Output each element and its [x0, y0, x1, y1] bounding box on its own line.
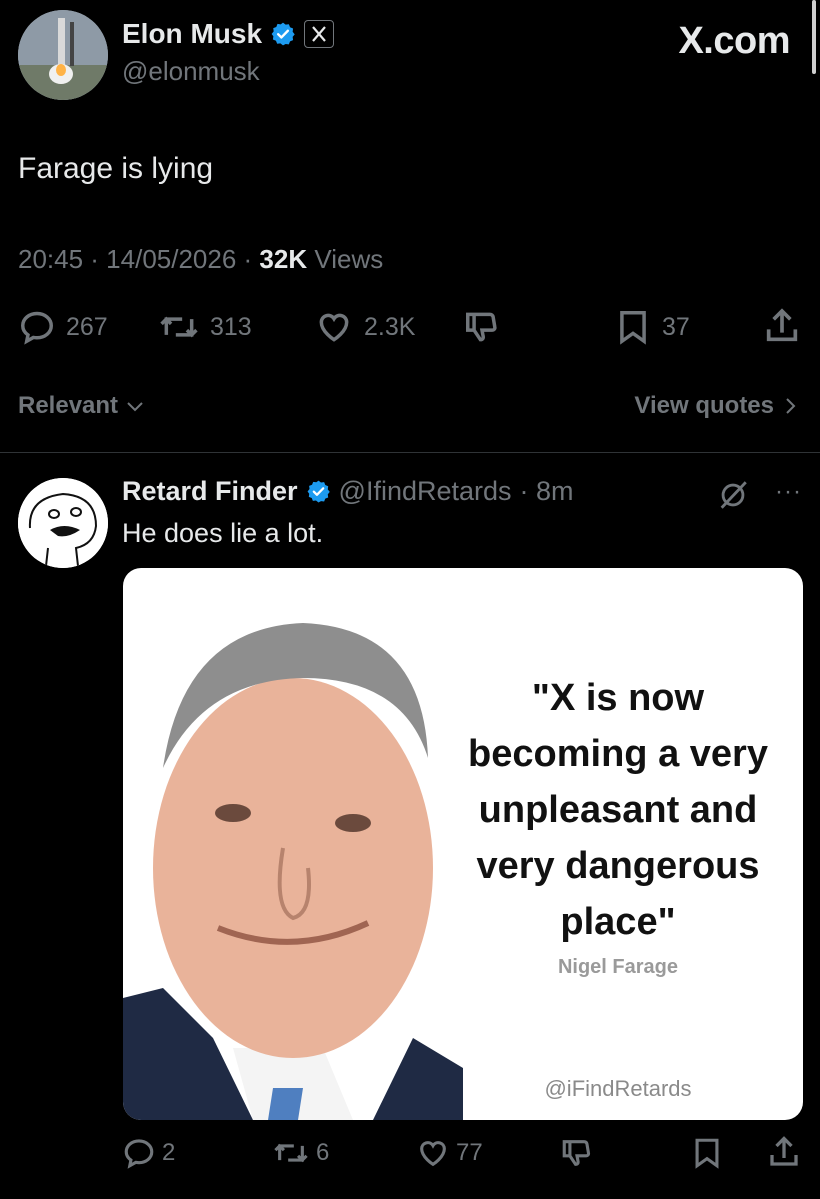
share-icon — [770, 1136, 798, 1166]
bookmark-count: 37 — [662, 312, 690, 341]
divider — [0, 452, 820, 453]
views-count: 32K — [259, 244, 308, 274]
quote-line: unpleasant and — [478, 789, 758, 831]
reply-reply-button[interactable]: 2 — [122, 1136, 175, 1170]
reply-age: · 8m — [519, 476, 574, 506]
reply-share-button[interactable] — [766, 1134, 802, 1170]
site-logo: X.com — [678, 20, 790, 62]
reply-count: 267 — [66, 312, 108, 341]
cartoon-face-image — [18, 478, 108, 568]
quote-text: "X is now becoming a very unpleasant and… — [443, 670, 793, 950]
views-label: Views — [307, 244, 384, 274]
image-watermark: @iFindRetards — [544, 1076, 692, 1101]
reply-like-count: 77 — [456, 1139, 483, 1166]
reply-repost-count: 6 — [316, 1139, 330, 1166]
affiliate-x-badge-icon — [304, 20, 335, 48]
quote-line: becoming a very — [468, 733, 768, 775]
repost-icon — [160, 316, 198, 338]
reply-image[interactable]: "X is now becoming a very unpleasant and… — [123, 568, 803, 1120]
share-icon — [766, 308, 798, 342]
heart-icon — [420, 1141, 446, 1167]
dislike-button[interactable] — [462, 308, 502, 346]
like-count: 2.3K — [364, 312, 416, 341]
chevron-down-icon — [127, 402, 143, 412]
reply-text: He does lie a lot. — [122, 518, 324, 548]
share-button[interactable] — [762, 306, 802, 346]
scrollbar[interactable] — [812, 0, 816, 74]
heart-icon — [319, 313, 349, 342]
view-quotes-label: View quotes — [634, 392, 774, 419]
author-handle[interactable]: @elonmusk — [122, 56, 260, 87]
reply-button[interactable]: 267 — [18, 308, 108, 346]
sort-label: Relevant — [18, 392, 119, 419]
sort-replies-dropdown[interactable]: Relevant — [18, 392, 144, 420]
author-avatar[interactable] — [18, 10, 108, 100]
repost-count: 313 — [210, 312, 252, 341]
quote-line: very dangerous — [476, 845, 760, 887]
quote-line: place" — [560, 901, 676, 943]
bookmark-icon — [695, 1138, 719, 1169]
more-options-button[interactable]: ··· — [775, 478, 802, 506]
quote-line: "X is now — [531, 677, 705, 719]
verified-badge-icon — [307, 480, 330, 503]
grok-button[interactable] — [716, 478, 750, 512]
reply-author-name[interactable]: Retard Finder — [122, 476, 298, 507]
reply-dislike-button[interactable] — [560, 1136, 594, 1170]
thumbs-down-icon — [562, 1140, 591, 1166]
post-meta: 20:45 · 14/05/2026 · 32K Views — [18, 244, 383, 275]
repost-button[interactable]: 313 — [158, 308, 252, 346]
view-quotes-link[interactable]: View quotes — [634, 392, 796, 420]
post-text: Farage is lying — [18, 152, 214, 185]
author-name-row: Elon Musk — [122, 18, 335, 50]
rocket-launch-image — [18, 10, 108, 100]
verified-badge-icon — [271, 22, 295, 46]
author-name[interactable]: Elon Musk — [122, 18, 262, 50]
reply-reply-count: 2 — [162, 1139, 176, 1166]
quote-attribution: Nigel Farage — [557, 956, 679, 978]
reply-like-button[interactable]: 77 — [416, 1136, 483, 1170]
reply-icon — [21, 311, 53, 345]
like-button[interactable]: 2.3K — [314, 308, 415, 346]
reply-bookmark-button[interactable] — [690, 1136, 724, 1170]
grok-icon — [720, 481, 747, 509]
portrait-image — [123, 623, 463, 1120]
bookmark-icon — [620, 311, 646, 345]
reply-author-handle[interactable]: @IfindRetards — [339, 476, 512, 507]
repost-icon — [274, 1143, 308, 1163]
reply-author-avatar[interactable] — [18, 478, 108, 568]
reply-repost-button[interactable]: 6 — [272, 1136, 329, 1170]
reply-icon — [124, 1139, 154, 1169]
bookmark-button[interactable]: 37 — [614, 308, 690, 346]
post-timestamp[interactable]: 20:45 · 14/05/2026 · — [18, 244, 259, 274]
thumbs-down-icon — [466, 312, 497, 342]
chevron-right-icon — [786, 398, 796, 414]
reply-header: Retard Finder @IfindRetards · 8m — [122, 476, 574, 507]
